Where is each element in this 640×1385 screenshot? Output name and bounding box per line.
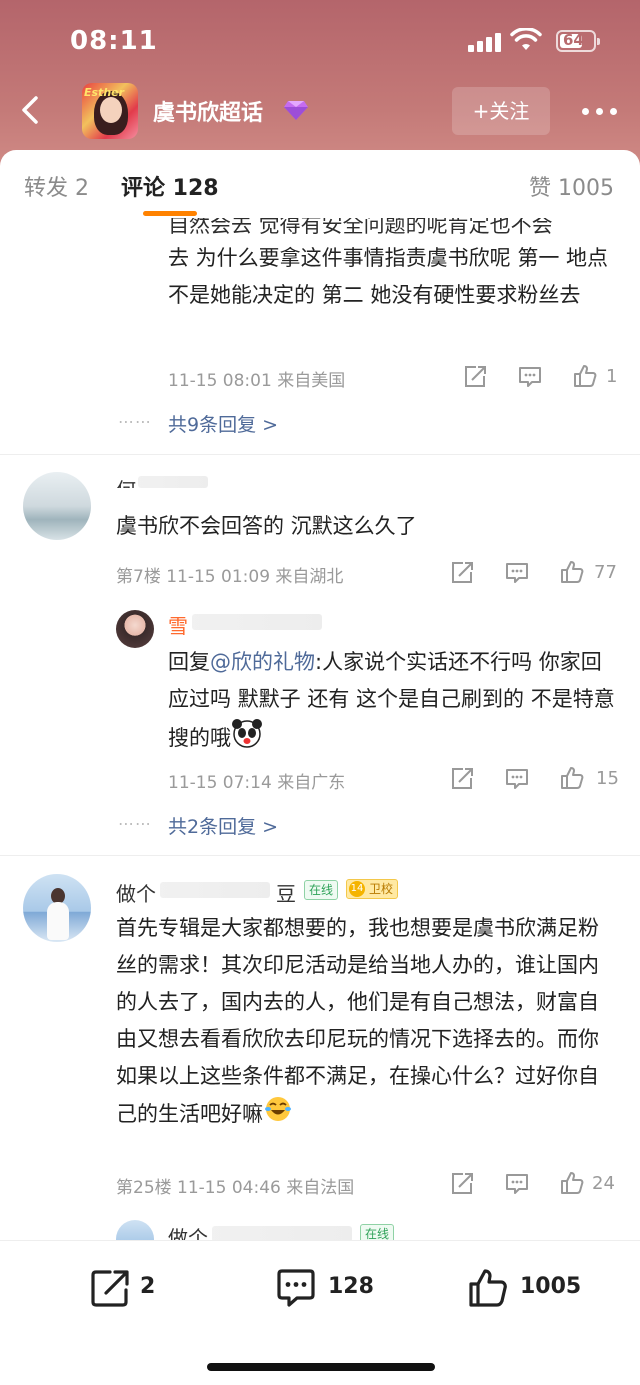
like-count: 24 <box>592 1173 615 1194</box>
fan-level: 14 <box>349 881 365 897</box>
comment-icon[interactable] <box>504 766 530 792</box>
comment-text: 去 为什么要拿这件事情指责虞书欣呢 第一 地点不是她能决定的 第二 她没有硬性要… <box>168 246 609 307</box>
follow-button[interactable]: +关注 <box>452 87 550 135</box>
top-nav: Esther 虞书欣超话 +关注 <box>0 80 640 140</box>
status-bar: 08:11 64 <box>0 26 640 62</box>
reply-avatar[interactable] <box>116 1220 154 1240</box>
username[interactable]: 做个 <box>116 878 156 907</box>
repost-button[interactable]: 2 <box>88 1266 168 1310</box>
like-icon <box>469 1269 507 1307</box>
share-icon[interactable] <box>462 364 488 390</box>
repost-icon <box>91 1270 129 1307</box>
comment-body: 首先专辑是大家都想要的，我也想要是虞书欣满足粉丝的需求！其次印尼活动是给当地人办… <box>116 916 599 1126</box>
reply-dots: ⋯⋯ <box>118 412 152 431</box>
reply-meta: 11-15 07:14 来自广东 <box>168 773 346 793</box>
battery-level: 64 <box>563 31 584 49</box>
back-icon[interactable] <box>14 90 48 130</box>
home-indicator[interactable] <box>207 1363 435 1371</box>
fan-badge[interactable]: 14 卫校 <box>346 879 399 899</box>
comment-meta: 第25楼 11-15 04:46 来自法国 <box>116 1178 355 1198</box>
comment-text: 虞书欣不会回答的 沉默这么久了 <box>116 514 417 538</box>
battery-icon: 64 <box>556 30 600 52</box>
share-icon[interactable] <box>449 1171 475 1197</box>
like-icon[interactable] <box>559 559 585 585</box>
comment-button[interactable]: 128 <box>274 1266 394 1310</box>
like-icon[interactable] <box>559 1170 585 1196</box>
bottom-action-bar: 2 128 1005 <box>0 1240 640 1385</box>
more-replies-link[interactable]: 共9条回复 > <box>168 410 278 437</box>
more-options-icon[interactable] <box>580 92 620 128</box>
fan-badge-label: 卫校 <box>369 882 394 896</box>
signal-icon <box>468 32 502 52</box>
tab-like[interactable]: 赞 1005 <box>529 170 614 202</box>
reply-username[interactable]: 做个 <box>168 1222 208 1240</box>
comment-meta: 11-15 08:01 来自美国 <box>168 371 346 391</box>
username[interactable]: 何 <box>116 474 136 488</box>
mention-link[interactable]: @欣的礼物 <box>210 650 315 674</box>
reply-dots: ⋯⋯ <box>118 814 152 833</box>
like-count: 1005 <box>520 1274 582 1299</box>
reply-text: 回复@欣的礼物:人家说个实话还不行吗 你家回应过吗 默默子 还有 这个是自己刷到… <box>168 644 618 760</box>
reply-prefix: 回复 <box>168 650 210 674</box>
comment-feed[interactable]: 自然会去 觉得有安全问题的呢肯定也不会 去 为什么要拿这件事情指责虞书欣呢 第一… <box>0 218 640 1240</box>
page-title[interactable]: 虞书欣超话 <box>153 95 263 127</box>
reply-username[interactable]: 雪 <box>168 610 188 639</box>
comment-icon <box>277 1269 315 1307</box>
laughing-emoji-icon <box>263 1095 293 1135</box>
blurred-username <box>160 882 270 898</box>
supertopic-avatar[interactable]: Esther <box>82 83 138 139</box>
comment-icon[interactable] <box>504 560 530 586</box>
reply-avatar[interactable] <box>116 610 154 648</box>
username-tail[interactable]: 豆 <box>276 878 296 907</box>
diamond-icon <box>284 101 308 120</box>
comment-count: 128 <box>328 1274 374 1299</box>
avatar[interactable] <box>23 472 91 540</box>
tab-comment[interactable]: 评论 128 <box>121 170 219 202</box>
share-icon[interactable] <box>449 766 475 792</box>
avatar-logo-text: Esther <box>84 86 125 99</box>
status-time: 08:11 <box>70 26 158 56</box>
comment-text: 首先专辑是大家都想要的，我也想要是虞书欣满足粉丝的需求！其次印尼活动是给当地人办… <box>116 910 616 1135</box>
blurred-username <box>138 476 208 488</box>
comment-icon[interactable] <box>504 1171 530 1197</box>
repost-count: 2 <box>140 1274 156 1299</box>
more-replies-link[interactable]: 共2条回复 > <box>168 812 278 839</box>
like-count: 1 <box>606 366 618 387</box>
like-button[interactable]: 1005 <box>466 1266 596 1310</box>
share-icon[interactable] <box>449 560 475 586</box>
blurred-username <box>212 1226 352 1240</box>
like-count: 77 <box>594 562 617 583</box>
like-icon[interactable] <box>559 765 585 791</box>
panda-emoji-icon <box>231 718 263 760</box>
comment-icon[interactable] <box>517 364 543 390</box>
like-icon[interactable] <box>572 363 598 389</box>
wifi-icon <box>510 28 542 50</box>
online-badge: 在线 <box>304 880 339 900</box>
like-count: 15 <box>596 768 619 789</box>
comment-meta: 第7楼 11-15 01:09 来自湖北 <box>116 567 344 587</box>
divider <box>0 454 640 455</box>
blurred-username <box>192 614 322 630</box>
tab-bar: 转发 2 评论 128 赞 1005 <box>0 150 640 218</box>
avatar[interactable] <box>23 874 91 942</box>
divider <box>0 855 640 856</box>
active-tab-indicator <box>143 211 197 216</box>
tab-repost[interactable]: 转发 2 <box>24 170 89 202</box>
online-badge: 在线 <box>360 1224 395 1240</box>
